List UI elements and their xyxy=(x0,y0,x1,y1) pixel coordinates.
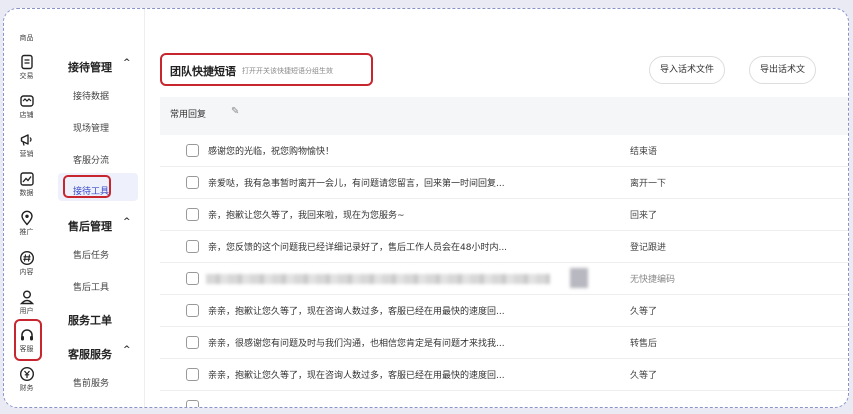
table-row xyxy=(160,391,848,407)
export-script-button[interactable]: 导出话术文 xyxy=(749,56,817,84)
section-reception[interactable]: 接待管理 ^ xyxy=(68,58,131,75)
rail-label: 推广 xyxy=(19,228,34,236)
import-script-button[interactable]: 导入话术文件 xyxy=(649,56,726,84)
document-icon xyxy=(20,54,33,70)
app-window: 商品 交易 店铺 营销 数据 推广 内容 用户 客服 财务 接待管理 ^ 接待数… xyxy=(3,8,849,408)
chevron-up-icon: ^ xyxy=(123,217,131,227)
blurred-text xyxy=(206,274,550,284)
row-text: 亲亲，抱歉让您久等了，现在咨询人数过多，客服已经在用最快的速度回... xyxy=(208,307,505,317)
hash-icon xyxy=(19,250,34,266)
row-shortcut: 回来了 xyxy=(630,211,658,221)
rail-item-store[interactable]: 店铺 xyxy=(4,93,49,120)
row-shortcut: 登记跟进 xyxy=(630,243,667,253)
row-checkbox[interactable] xyxy=(186,208,199,221)
group-title: 常用回复 xyxy=(170,110,207,120)
rail-label: 店铺 xyxy=(19,111,34,119)
table-row: 亲亲，抱歉让您久等了，现在咨询人数过多，客服已经在用最快的速度回... 久等了 xyxy=(160,359,848,391)
reception-tools-highlight-box xyxy=(63,175,111,198)
sidebar-item-routing[interactable]: 客服分流 xyxy=(73,153,109,166)
sidebar-item-aftersale-tasks[interactable]: 售后任务 xyxy=(73,248,109,261)
row-checkbox[interactable] xyxy=(186,336,199,349)
section-service[interactable]: 客服服务 ^ xyxy=(68,345,131,362)
rail-label: 内容 xyxy=(19,268,34,276)
row-shortcut: 结束语 xyxy=(630,147,658,157)
row-shortcut: 转售后 xyxy=(630,339,658,349)
finance-icon xyxy=(19,366,34,382)
service-highlight-box xyxy=(14,319,42,361)
rail-label: 交易 xyxy=(19,72,34,80)
megaphone-icon xyxy=(20,134,32,146)
rail-item-content[interactable]: 内容 xyxy=(4,250,49,277)
rail-item-trade[interactable]: 交易 xyxy=(4,54,49,81)
row-text: 感谢您的光临，祝您购物愉快！ xyxy=(208,147,335,157)
row-checkbox[interactable] xyxy=(186,240,199,253)
rail-label: 财务 xyxy=(19,384,34,392)
row-text: 亲，抱歉让您久等了，我回来啦，现在为您服务~ xyxy=(208,211,405,221)
rail-item-goods[interactable]: 商品 xyxy=(4,32,49,43)
row-checkbox[interactable] xyxy=(186,304,199,317)
icon-rail: 商品 交易 店铺 营销 数据 推广 内容 用户 客服 财务 xyxy=(4,9,49,407)
rail-label: 营销 xyxy=(19,150,34,158)
row-checkbox[interactable] xyxy=(186,144,199,157)
store-icon xyxy=(19,95,34,107)
row-text: 亲爱哒，我有急事暂时离开一会儿，有问题请您留言，回来第一时间回复... xyxy=(208,179,505,189)
sidebar-item-presale[interactable]: 售前服务 xyxy=(73,376,109,389)
sidebar-item-onsite-manage[interactable]: 现场管理 xyxy=(73,121,109,134)
rail-label: 数据 xyxy=(19,189,34,197)
rail-item-marketing[interactable]: 营销 xyxy=(4,132,49,159)
rail-item-data[interactable]: 数据 xyxy=(4,171,49,198)
row-shortcut: 离开一下 xyxy=(630,179,667,189)
rail-item-user[interactable]: 用户 xyxy=(4,289,49,316)
rail-item-finance[interactable]: 财务 xyxy=(4,366,49,393)
table-row: 亲亲，很感谢您有问题及时与我们沟通，也相信您肯定是有问题才来找我... 转售后 xyxy=(160,327,848,359)
row-shortcut: 久等了 xyxy=(630,307,658,317)
sidebar-item-aftersale-tools[interactable]: 售后工具 xyxy=(73,280,109,293)
section-aftersale[interactable]: 售后管理 ^ xyxy=(68,217,131,234)
table-row: 感谢您的光临，祝您购物愉快！ 结束语 xyxy=(160,135,848,167)
row-text: 亲，您反馈的这个问题我已经详细记录好了，售后工作人员会在48小时内... xyxy=(208,243,508,253)
row-checkbox[interactable] xyxy=(186,400,199,407)
table-row: 无快捷编码 xyxy=(160,263,848,295)
sub-sidebar: 接待管理 ^ 接待数据 现场管理 客服分流 接待工具 售后管理 ^ 售后任务 售后工… xyxy=(49,9,145,407)
rail-label: 商品 xyxy=(19,34,34,42)
table-row: 亲爱哒，我有急事暂时离开一会儿，有问题请您留言，回来第一时间回复... 离开一下 xyxy=(160,167,848,199)
row-shortcut: 无快捷编码 xyxy=(630,275,676,285)
row-checkbox[interactable] xyxy=(186,176,199,189)
table-row: 亲，抱歉让您久等了，我回来啦，现在为您服务~ 回来了 xyxy=(160,199,848,231)
blurred-image xyxy=(570,268,588,288)
group-header xyxy=(160,97,848,135)
main-panel: 团队快捷短语 打开开关该快捷短语分组生效 导入话术文件 导出话术文 常用回复 ✎… xyxy=(145,9,848,407)
page-title: 团队快捷短语 xyxy=(170,65,236,78)
rail-label: 用户 xyxy=(19,307,34,315)
table-row: 亲亲，抱歉让您久等了，现在咨询人数过多，客服已经在用最快的速度回... 久等了 xyxy=(160,295,848,327)
sidebar-item-reception-data[interactable]: 接待数据 xyxy=(73,89,109,102)
row-text: 亲亲，很感谢您有问题及时与我们沟通，也相信您肯定是有问题才来找我... xyxy=(208,339,505,349)
chart-icon xyxy=(19,172,34,186)
chevron-up-icon: ^ xyxy=(123,58,131,68)
user-icon xyxy=(19,290,34,305)
row-text: 亲亲，抱歉让您久等了，现在咨询人数过多，客服已经在用最快的速度回... xyxy=(208,371,505,381)
edit-pencil-icon[interactable]: ✎ xyxy=(231,106,239,117)
page-title-hint: 打开开关该快捷短语分组生效 xyxy=(242,67,333,75)
section-work-order[interactable]: 服务工单 xyxy=(68,312,112,328)
row-checkbox[interactable] xyxy=(186,272,199,285)
row-shortcut: 久等了 xyxy=(630,371,658,381)
row-checkbox[interactable] xyxy=(186,368,199,381)
rail-item-promotion[interactable]: 推广 xyxy=(4,210,49,237)
location-icon xyxy=(20,210,33,226)
table-row: 亲，您反馈的这个问题我已经详细记录好了，售后工作人员会在48小时内... 登记跟进 xyxy=(160,231,848,263)
chevron-up-icon: ^ xyxy=(123,345,131,355)
